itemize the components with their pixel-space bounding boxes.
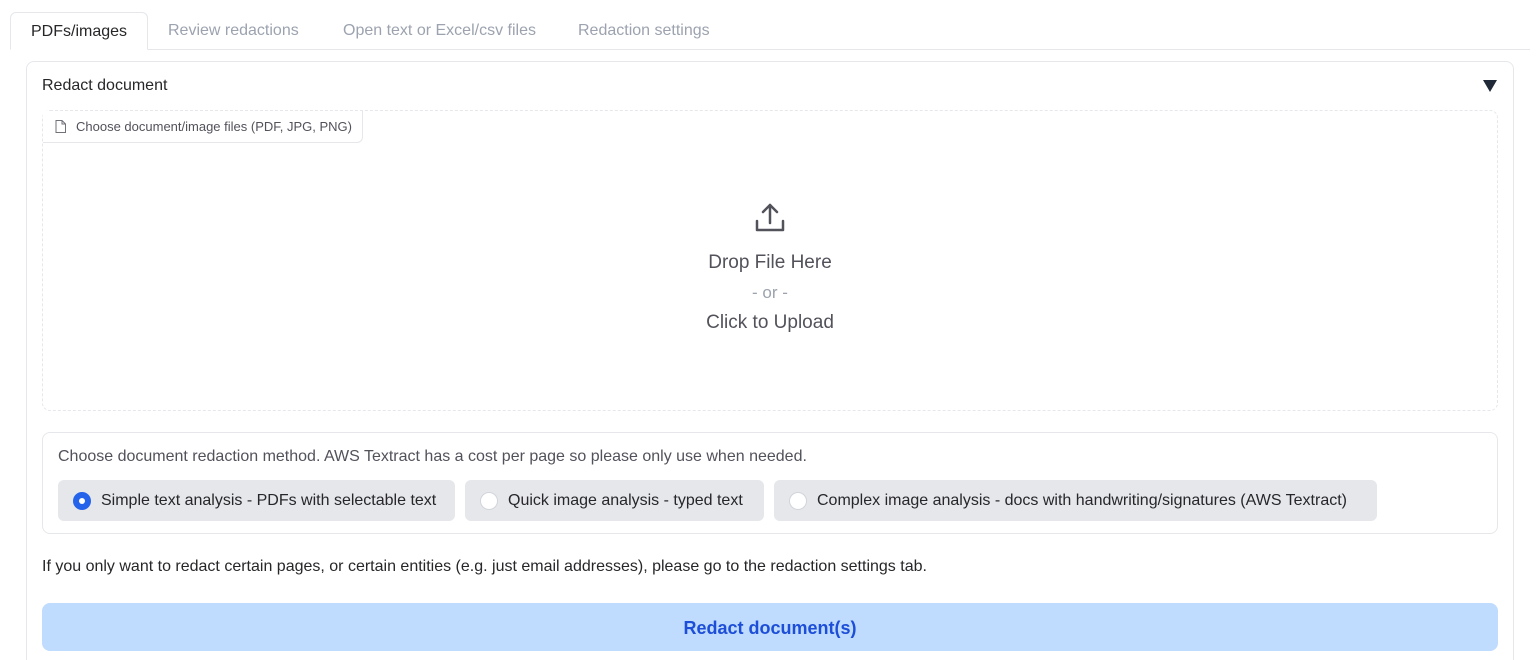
panel-title[interactable]: Redact document <box>42 77 167 95</box>
tab-bar: PDFs/images Review redactions Open text … <box>10 12 1530 50</box>
upload-label: Choose document/image files (PDF, JPG, P… <box>43 111 363 143</box>
redaction-method-group: Choose document redaction method. AWS Te… <box>42 432 1498 534</box>
upload-icon <box>754 201 786 233</box>
info-text: If you only want to redact certain pages… <box>42 558 927 575</box>
radio-option-label: Quick image analysis - typed text <box>508 491 743 509</box>
radio-option-complex-image[interactable]: Complex image analysis - docs with handw… <box>774 480 1377 521</box>
radio-button-checked[interactable] <box>73 491 91 510</box>
radio-option-simple-text[interactable]: Simple text analysis - PDFs with selecta… <box>58 480 455 521</box>
click-to-upload-text: Click to Upload <box>706 312 834 333</box>
file-icon <box>55 120 66 133</box>
radio-option-quick-image[interactable]: Quick image analysis - typed text <box>465 480 764 521</box>
app-root: PDFs/images Review redactions Open text … <box>0 0 1538 660</box>
redaction-method-label: Choose document redaction method. AWS Te… <box>58 448 807 465</box>
radio-button[interactable] <box>480 491 498 510</box>
redact-documents-button[interactable]: Redact document(s) <box>42 603 1498 651</box>
radio-option-label: Simple text analysis - PDFs with selecta… <box>101 491 437 509</box>
tab-open-text-excel-csv[interactable]: Open text or Excel/csv files <box>343 12 536 49</box>
or-text: - or - <box>752 283 788 302</box>
tab-review-redactions[interactable]: Review redactions <box>168 12 299 49</box>
tab-redaction-settings[interactable]: Redaction settings <box>578 12 710 49</box>
triangle-down-icon[interactable] <box>1483 80 1497 92</box>
radio-button[interactable] <box>789 491 807 510</box>
upload-prompt: Drop File Here - or - Click to Upload <box>43 201 1497 338</box>
radio-option-label: Complex image analysis - docs with handw… <box>817 491 1347 509</box>
file-upload-dropzone[interactable]: Choose document/image files (PDF, JPG, P… <box>42 110 1498 411</box>
tab-pdfs-images[interactable]: PDFs/images <box>10 12 149 50</box>
drop-file-text: Drop File Here <box>708 252 832 273</box>
upload-label-text: Choose document/image files (PDF, JPG, P… <box>76 119 352 134</box>
redact-document-panel: Redact document Choose document/image fi… <box>26 61 1514 660</box>
